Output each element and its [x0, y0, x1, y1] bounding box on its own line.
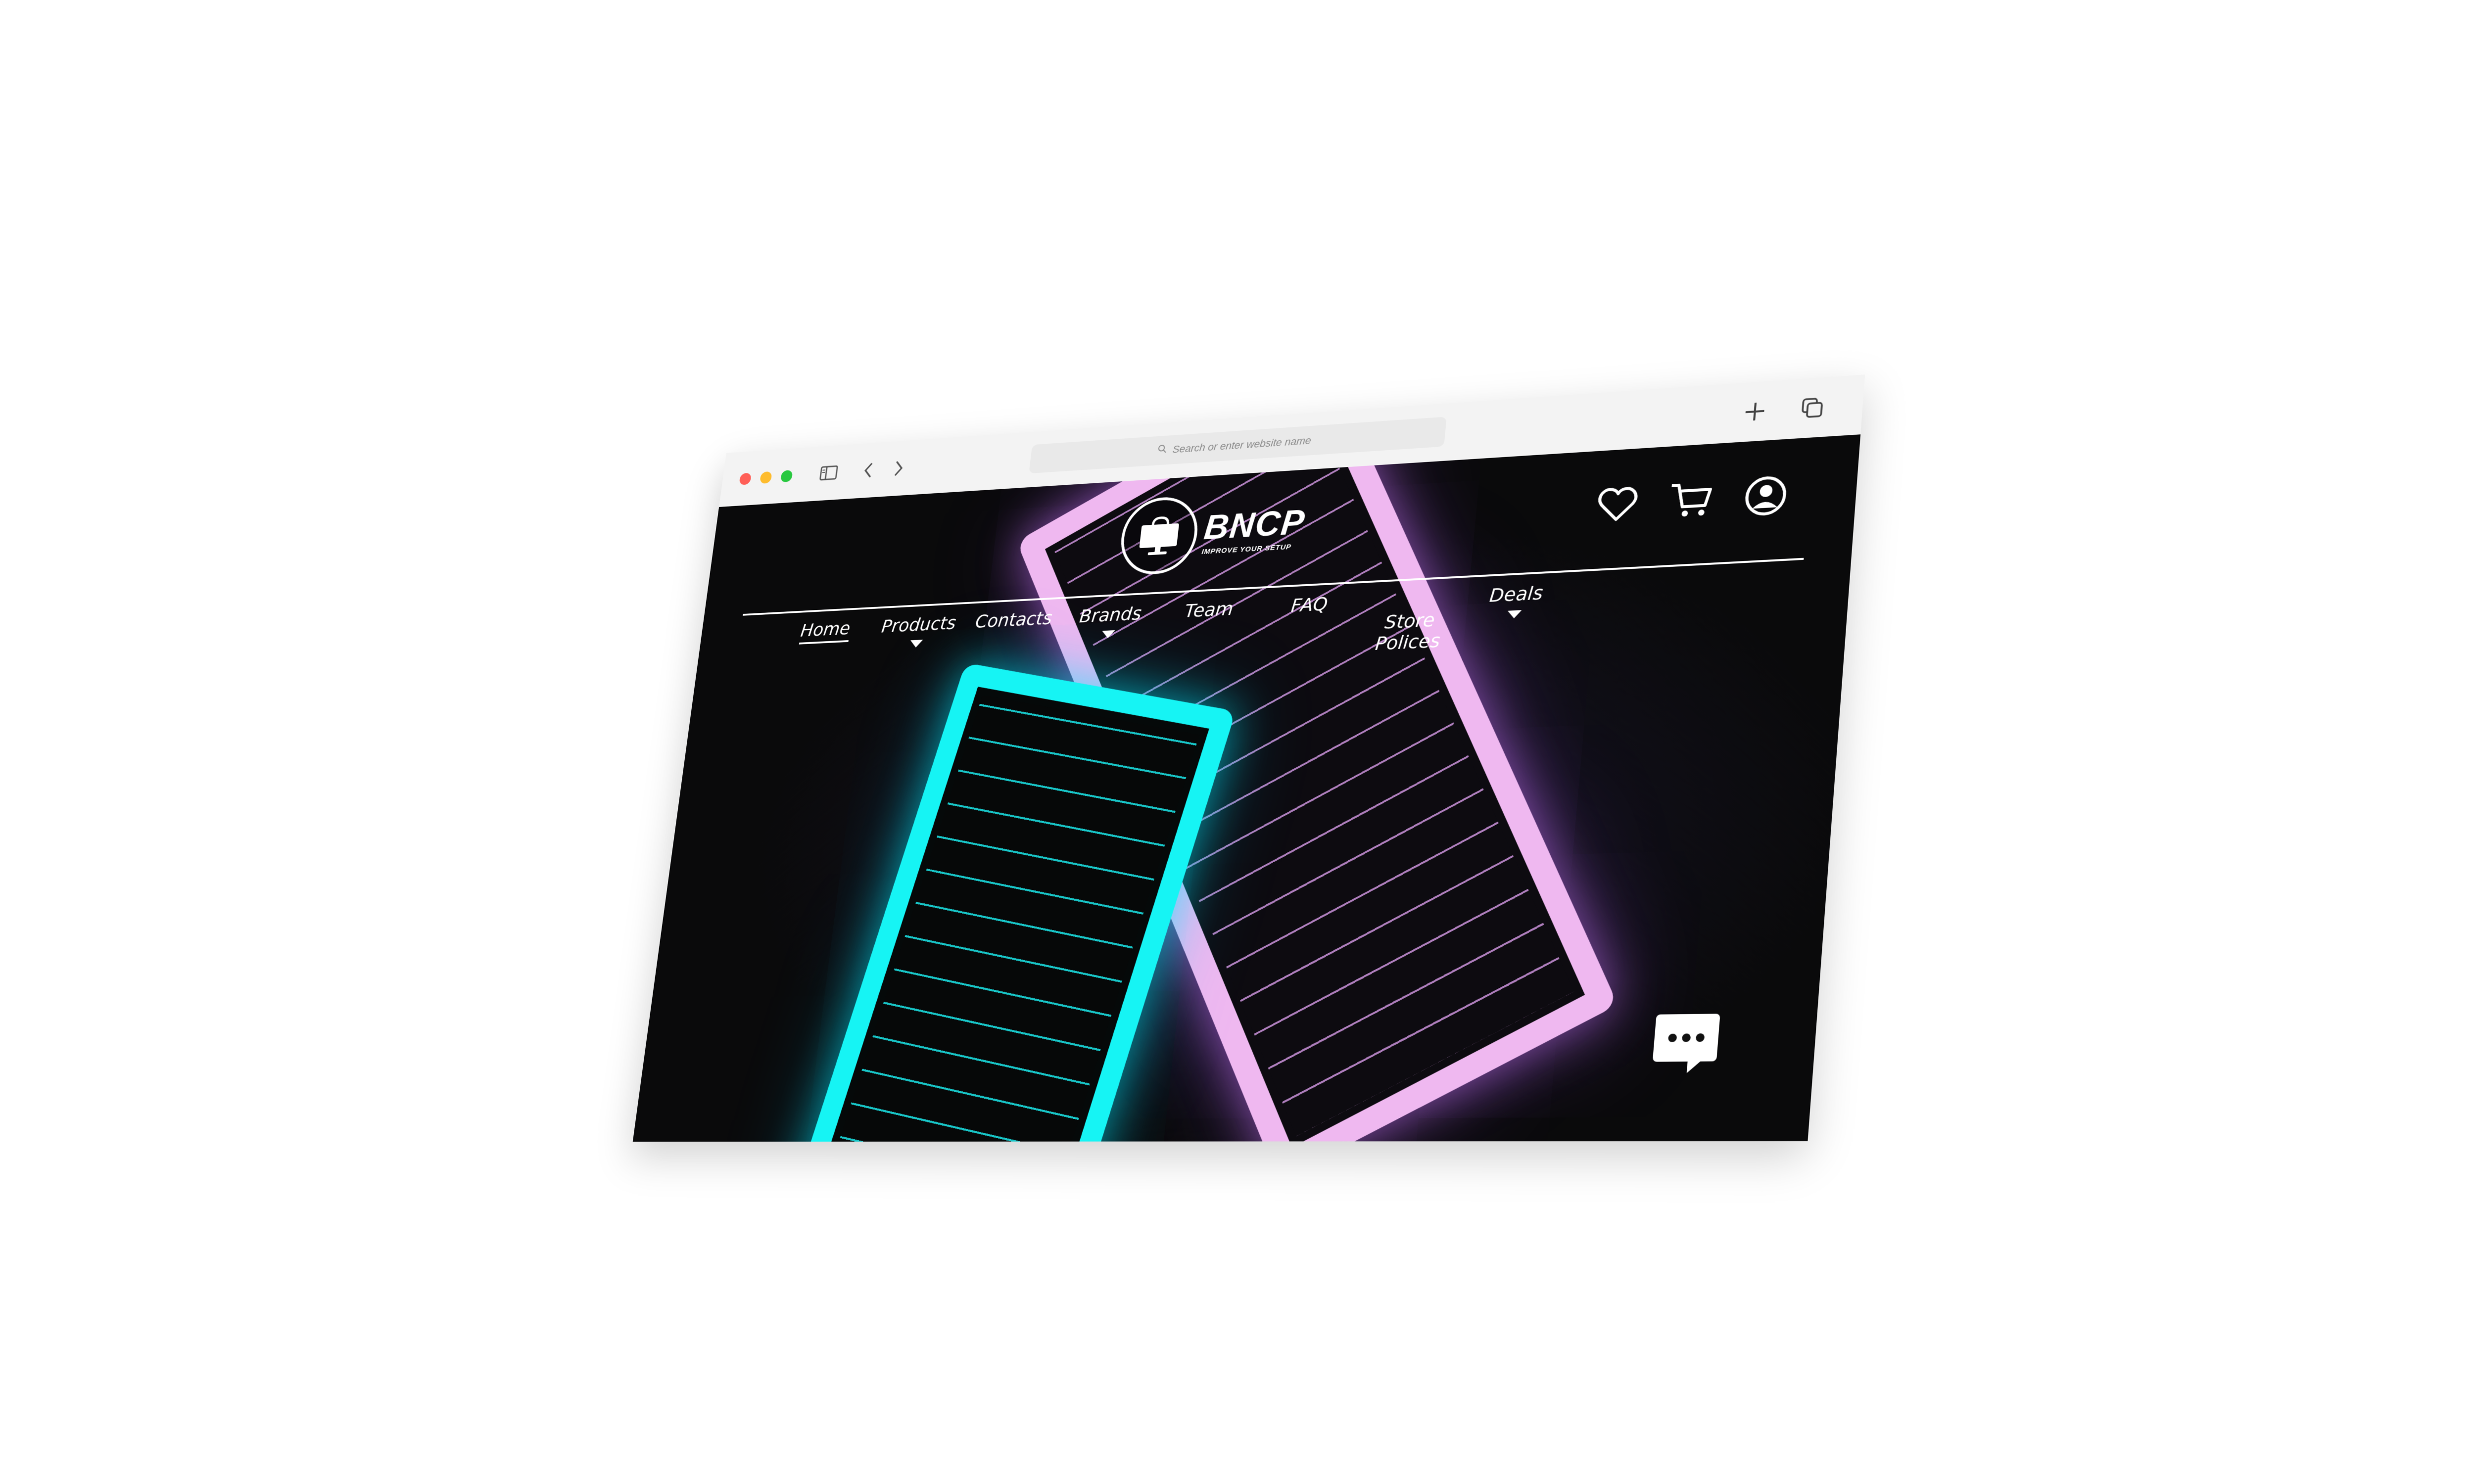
- back-icon[interactable]: [855, 458, 881, 483]
- nav-item-deals[interactable]: Deals: [1459, 581, 1570, 651]
- new-tab-icon[interactable]: [1740, 398, 1769, 425]
- nav-item-label: Store Polices: [1374, 608, 1441, 655]
- nav-item-label: Home: [799, 617, 852, 645]
- site-logo[interactable]: BNCP IMPROVE YOUR SETUP: [1117, 488, 1309, 576]
- nav-item-store-policies[interactable]: Store Polices: [1355, 587, 1465, 656]
- account-icon[interactable]: [1742, 474, 1789, 518]
- nav-item-label: Team: [1184, 598, 1235, 622]
- cart-icon[interactable]: [1667, 478, 1714, 522]
- nav-item-home[interactable]: Home: [773, 617, 873, 683]
- tabs-overview-icon[interactable]: [1798, 394, 1827, 421]
- nav-item-label: Brands: [1078, 603, 1143, 627]
- header-actions: [1594, 474, 1790, 527]
- nav-item-label: Products: [880, 612, 957, 637]
- nav-item-contacts[interactable]: Contacts: [959, 607, 1063, 674]
- shopping-bag-monitor-icon: [1117, 495, 1201, 576]
- sidebar-icon[interactable]: [816, 461, 842, 486]
- web-page: BNCP IMPROVE YOUR SETUP Home Products Co…: [632, 434, 1861, 1142]
- chat-dot: [1695, 1033, 1705, 1042]
- nav-item-label: FAQ: [1290, 593, 1329, 616]
- chat-dot: [1667, 1033, 1677, 1042]
- chevron-down-icon[interactable]: [909, 639, 923, 648]
- forward-icon[interactable]: [886, 456, 912, 481]
- chevron-down-icon[interactable]: [1101, 630, 1115, 639]
- nav-item-label: Contacts: [974, 607, 1053, 632]
- chat-bubble-icon[interactable]: [1652, 1014, 1720, 1062]
- nav-item-faq[interactable]: FAQ: [1253, 592, 1361, 660]
- mockup-stage: Search or enter website name BNCP IMPROV…: [0, 0, 2474, 1484]
- nav-item-team[interactable]: Team: [1153, 597, 1260, 665]
- nav-item-label: Deals: [1488, 582, 1544, 606]
- brand-name: BNCP: [1202, 503, 1307, 547]
- maximize-window-button[interactable]: [780, 469, 793, 483]
- browser-window: Search or enter website name BNCP IMPROV…: [632, 374, 1865, 1142]
- window-controls: [739, 469, 793, 485]
- hero-keyboard-cyan: [783, 662, 1236, 1142]
- address-placeholder: Search or enter website name: [1172, 434, 1312, 456]
- heart-icon[interactable]: [1594, 483, 1641, 527]
- logo-wordmark: BNCP IMPROVE YOUR SETUP: [1201, 503, 1307, 556]
- nav-item-products[interactable]: Products: [865, 612, 967, 678]
- search-icon: [1157, 444, 1168, 457]
- chevron-down-icon[interactable]: [1507, 610, 1522, 619]
- chat-dot: [1681, 1033, 1691, 1042]
- nav-item-brands[interactable]: Brands: [1056, 603, 1161, 670]
- minimize-window-button[interactable]: [759, 471, 772, 484]
- close-window-button[interactable]: [739, 472, 752, 485]
